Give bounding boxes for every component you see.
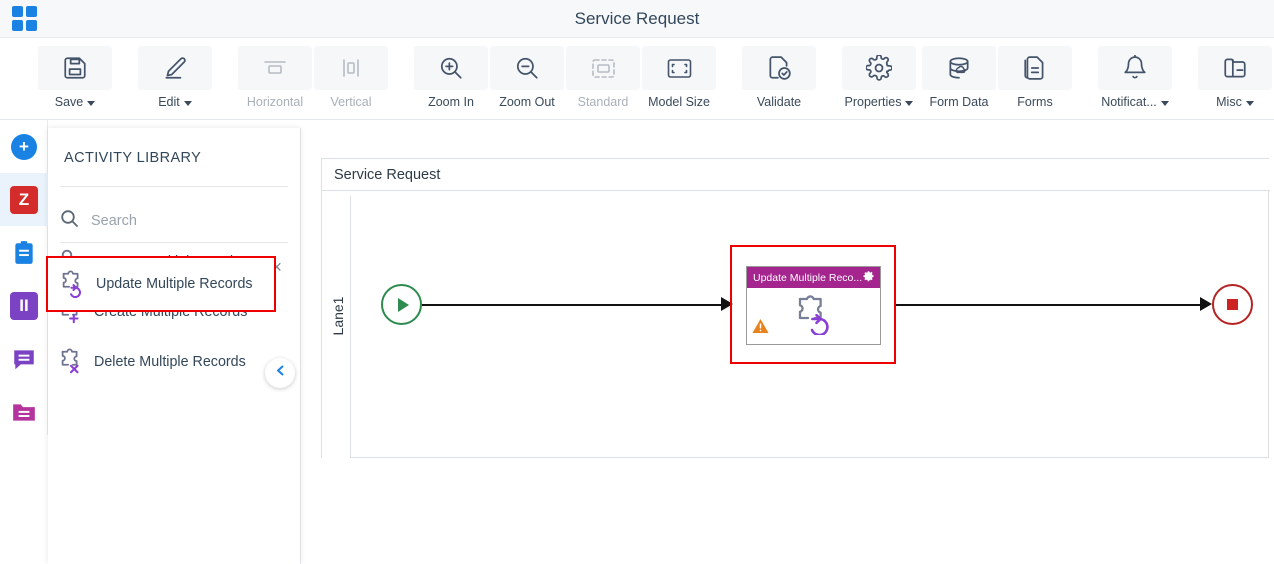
activity-library-title: ACTIVITY LIBRARY (64, 150, 202, 166)
toolbar-button-label: Forms (1017, 95, 1053, 109)
rail-item-add-button[interactable]: + (0, 120, 48, 173)
activity-item-delete-multiple-records[interactable]: Delete Multiple Records (48, 338, 300, 386)
toolbar-button-zoom-in[interactable]: Zoom In (414, 46, 488, 109)
chevron-down-icon (905, 100, 914, 106)
toolbar-button-label: Horizontal (246, 95, 304, 109)
toolbar-button-standard: Standard (566, 46, 640, 109)
toolbar-button-misc[interactable]: Misc (1198, 46, 1272, 109)
toolbar: Save Edit Horizontal Vertical Zoom In Zoom Ou… (0, 38, 1274, 120)
warning-triangle-icon (752, 318, 769, 339)
toolbar-button-label: Zoom Out (499, 95, 555, 109)
end-event[interactable] (1212, 284, 1253, 325)
puzzle-update-icon (790, 293, 838, 340)
lane-body[interactable]: Update Multiple Reco... (351, 196, 1270, 458)
toolbar-button-label: Vertical (330, 95, 372, 109)
toolbar-button-form-data[interactable]: Form Data (922, 46, 996, 109)
pencil-icon (138, 46, 212, 90)
divider (60, 186, 288, 187)
toolbar-button-model-size[interactable]: Model Size (642, 46, 716, 109)
chevron-down-icon (183, 100, 192, 106)
document-icon (998, 46, 1072, 90)
toolbar-button-label: Save (55, 95, 96, 109)
toolbar-button-label: Misc (1216, 95, 1254, 109)
folder-icon (1198, 46, 1272, 90)
rail-item-comments[interactable] (0, 332, 48, 385)
columns-view-icon: II (10, 291, 38, 320)
validate-icon (742, 46, 816, 90)
start-event[interactable] (381, 284, 422, 325)
vertical-align-icon (314, 46, 388, 90)
pool-header: Service Request (322, 159, 1270, 191)
task-node[interactable]: Update Multiple Reco... (746, 266, 881, 345)
task-header: Update Multiple Reco... (747, 267, 880, 288)
title-bar: Service Request (0, 0, 1274, 38)
toolbar-button-forms[interactable]: Forms (998, 46, 1072, 109)
puzzle-delete-icon (48, 348, 94, 376)
search-icon (60, 209, 79, 233)
play-icon (397, 297, 409, 312)
toolbar-button-label: Properties (845, 95, 914, 109)
activity-item-label: Delete Multiple Records (94, 353, 246, 370)
toolbar-button-properties[interactable]: Properties (842, 46, 916, 109)
lane-label-column: Lane1 (322, 196, 351, 458)
toolbar-button-save[interactable]: Save (38, 46, 112, 109)
pool[interactable]: Service Request Lane1 Update Multiple Re… (321, 158, 1270, 458)
toolbar-button-label: Model Size (648, 95, 710, 109)
lane-label: Lane1 (330, 296, 346, 336)
comments-icon (10, 345, 38, 373)
toolbar-button-label: Validate (756, 95, 802, 109)
toolbar-button-label: Zoom In (428, 95, 474, 109)
sequence-flow[interactable] (422, 304, 722, 306)
stop-square-icon (1227, 299, 1238, 310)
toolbar-button-label: Standard (577, 95, 629, 109)
chevron-down-icon (87, 100, 96, 106)
add-button-icon: + (11, 133, 37, 160)
zoho-apps-icon: Z (10, 185, 38, 214)
toolbar-button-label: Notificat... (1101, 95, 1169, 109)
activity-item-update-multiple-records[interactable]: Update Multiple Records (46, 256, 276, 312)
zoom-in-icon (414, 46, 488, 90)
search-input[interactable] (89, 212, 269, 230)
toolbar-button-label: Form Data (929, 95, 989, 109)
rail-item-clipboard-tasks[interactable] (0, 226, 48, 279)
activity-library-panel: ACTIVITY LIBRARY Zoho CRM × Convert Mult… (48, 128, 300, 564)
clipboard-tasks-icon (10, 239, 38, 267)
documents-icon (10, 398, 38, 426)
model-size-icon (642, 46, 716, 90)
diagram-canvas[interactable]: Service Request Lane1 Update Multiple Re… (300, 128, 1274, 564)
chevron-down-icon (1245, 100, 1254, 106)
chevron-down-icon (1160, 100, 1169, 106)
database-icon (922, 46, 996, 90)
gear-icon (842, 46, 916, 90)
toolbar-button-horizontal: Horizontal (238, 46, 312, 109)
sequence-flow[interactable] (896, 304, 1203, 306)
flow-arrowhead (1200, 297, 1212, 311)
page-title: Service Request (574, 9, 700, 28)
task-title: Update Multiple Reco... (753, 271, 863, 284)
task-selection-frame[interactable]: Update Multiple Reco... (730, 245, 896, 364)
puzzle-update-icon (48, 270, 96, 298)
toolbar-button-validate[interactable]: Validate (742, 46, 816, 109)
collapse-panel-button[interactable] (265, 358, 295, 388)
zoom-out-icon (490, 46, 564, 90)
bell-icon (1098, 46, 1172, 90)
toolbar-button-zoom-out[interactable]: Zoom Out (490, 46, 564, 109)
chevron-left-icon (274, 364, 287, 382)
search-row[interactable] (60, 200, 288, 242)
toolbar-button-vertical: Vertical (314, 46, 388, 109)
rail-item-documents[interactable] (0, 385, 48, 438)
horizontal-align-icon (238, 46, 312, 90)
toolbar-button-edit[interactable]: Edit (138, 46, 212, 109)
pool-title: Service Request (334, 167, 441, 183)
activity-item-label: Update Multiple Records (96, 275, 253, 292)
rail-item-columns-view[interactable]: II (0, 279, 48, 332)
standard-size-icon (566, 46, 640, 90)
toolbar-button-label: Edit (158, 95, 192, 109)
toolbar-button-notificat[interactable]: Notificat... (1098, 46, 1172, 109)
left-icon-rail: + Z II (0, 120, 48, 435)
gear-icon[interactable] (863, 269, 875, 287)
rail-item-zoho-apps[interactable]: Z (0, 173, 48, 226)
floppy-disk-icon (38, 46, 112, 90)
